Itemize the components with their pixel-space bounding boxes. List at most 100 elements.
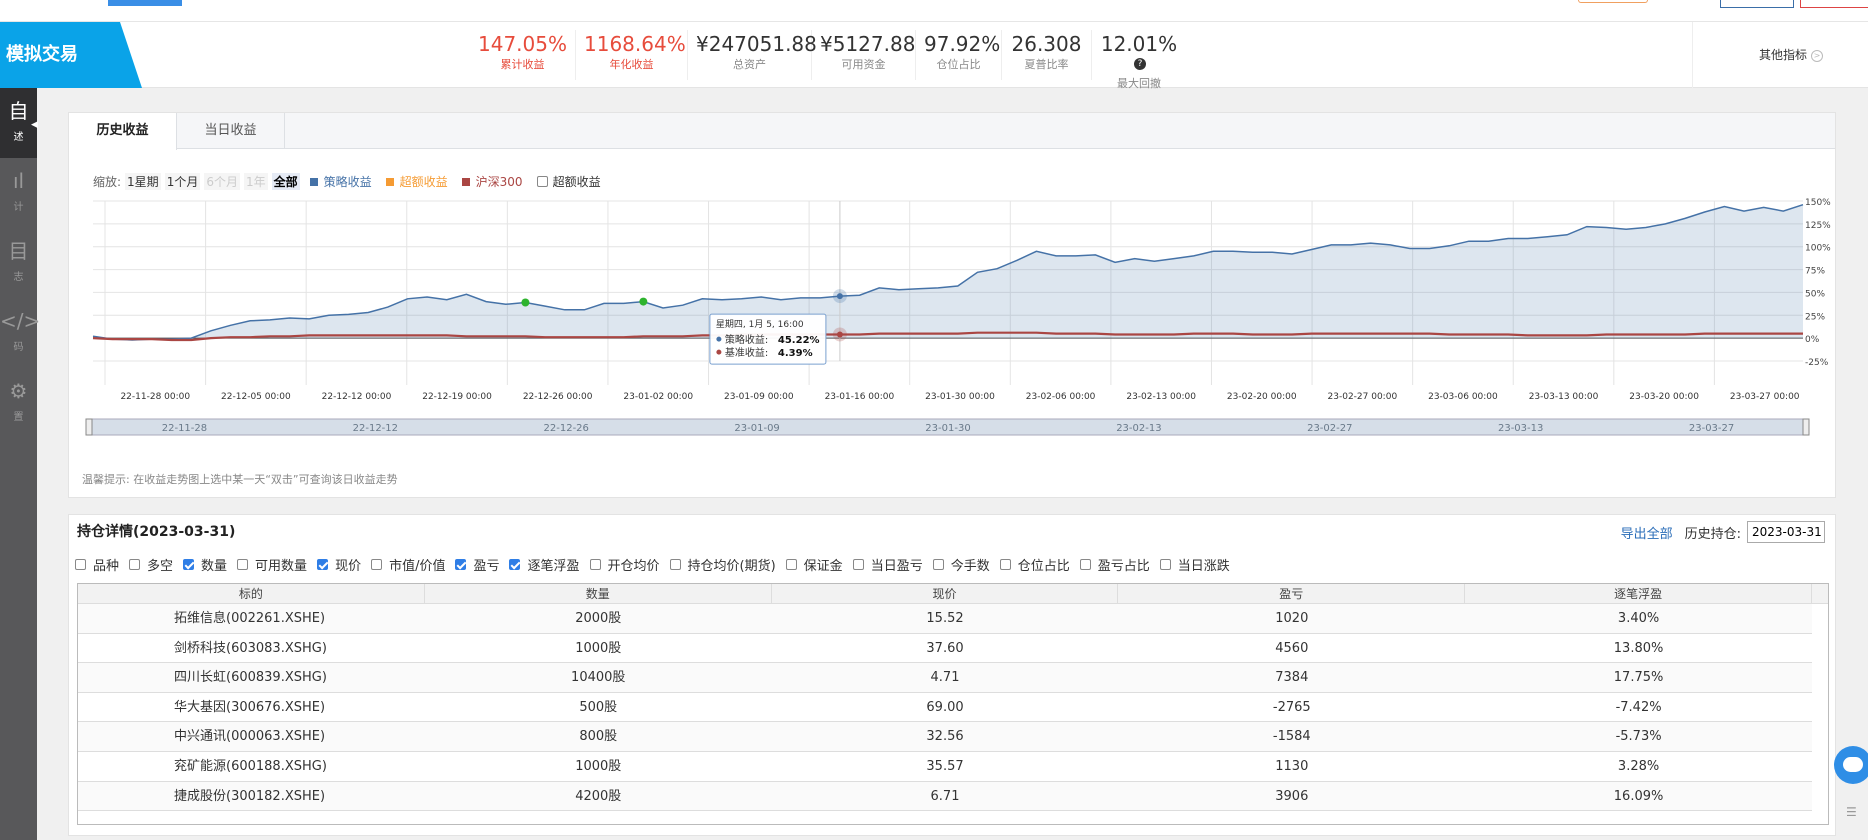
export-all-link[interactable]: 导出全部 xyxy=(1621,523,1673,542)
table-cell: 1130 xyxy=(1275,758,1309,774)
table-row[interactable]: 拓维信息(002261.XSHE) 2000股 15.52 1020 3.40% xyxy=(78,604,1812,634)
strategy-area xyxy=(93,204,1803,340)
filter-option[interactable]: 保证金 xyxy=(785,555,843,574)
sidebar-item-2[interactable]: 目志 xyxy=(0,228,37,298)
table-cell: 15.52 xyxy=(926,611,964,626)
filter-option[interactable]: 盈亏占比 xyxy=(1079,555,1150,574)
table-cell: 17.75% xyxy=(1613,670,1664,686)
checkbox-icon[interactable] xyxy=(536,176,548,187)
top-button-blue[interactable] xyxy=(108,0,182,6)
checkbox-icon[interactable] xyxy=(75,559,86,570)
zoom-1-year-button[interactable]: 1年 xyxy=(243,173,268,190)
checkbox-icon[interactable] xyxy=(1159,559,1171,570)
metric-label: 年化收益 xyxy=(609,58,654,71)
filter-option[interactable]: 逐笔浮盈 xyxy=(509,555,580,574)
filter-label: 今手数 xyxy=(950,559,990,574)
legend-hs300[interactable]: 沪深300 xyxy=(460,173,531,190)
checkbox-icon[interactable] xyxy=(509,559,521,570)
sidebar-icon: 目 xyxy=(8,239,29,263)
x-tick-label: 23-03-06 00:00 xyxy=(1428,392,1498,402)
checkbox-icon[interactable] xyxy=(371,559,383,570)
zoom-all-button[interactable]: 全部 xyxy=(271,173,300,190)
list-icon[interactable]: ☰ xyxy=(1846,806,1857,818)
table-cell: 800股 xyxy=(579,729,618,745)
table-row[interactable]: 中兴通讯(000063.XSHE) 800股 32.56 -1584 -5.73% xyxy=(78,722,1812,752)
help-icon[interactable]: ? xyxy=(1134,58,1146,70)
table-row[interactable]: 剑桥科技(603083.XSHG) 1000股 37.60 4560 13.80% xyxy=(78,634,1812,664)
top-button-orange[interactable] xyxy=(1578,0,1648,3)
checkbox-icon[interactable] xyxy=(999,559,1011,570)
metric-6: 12.01%? 最大回撤 xyxy=(1092,30,1186,90)
checkbox-icon[interactable] xyxy=(237,559,249,570)
other-metrics-link[interactable]: 其他指标 > xyxy=(1692,22,1868,88)
zoom-1-week-button[interactable]: 1星期 xyxy=(125,173,161,190)
filter-option[interactable]: 当日涨跌 xyxy=(1159,555,1230,574)
table-cell: -1584 xyxy=(1272,729,1311,745)
sidebar-item-4[interactable]: ⚙ 置 xyxy=(0,368,37,438)
y-tick-label: 150% xyxy=(1805,198,1831,208)
table-row[interactable]: 华大基因(300676.XSHE) 500股 69.00 -2765 -7.42% xyxy=(78,693,1812,723)
tooltip-bullet xyxy=(716,349,722,355)
filter-option[interactable]: 今手数 xyxy=(932,555,990,574)
sidebar-label: 码 xyxy=(13,342,24,353)
zoom-6-months-button[interactable]: 6个月 xyxy=(204,173,240,190)
tab-daily-returns[interactable]: 当日收益 xyxy=(177,113,285,149)
tab-history-returns[interactable]: 历史收益 xyxy=(69,113,177,150)
filter-option[interactable]: 多空 xyxy=(129,555,173,574)
table-row[interactable]: 四川长虹(600839.XSHG) 10400股 4.71 7384 17.75% xyxy=(78,663,1812,693)
filter-option[interactable]: 可用数量 xyxy=(237,555,307,574)
column-header[interactable]: 逐笔浮盈 xyxy=(1465,584,1812,603)
sidebar-label: 述 xyxy=(13,132,24,143)
legend-excess[interactable]: 超额收益 xyxy=(384,173,456,190)
checkbox-icon[interactable] xyxy=(932,559,944,570)
table-row[interactable]: 捷成股份(300182.XSHE) 4200股 6.71 3906 16.09% xyxy=(78,781,1812,812)
column-header[interactable]: 现价 xyxy=(772,584,1119,603)
column-header[interactable]: 标的 xyxy=(78,584,425,603)
returns-chart[interactable]: 150% 125% 100% 75% 50% 25% 0% -25% 22-11-28 00:0… xyxy=(69,195,1835,467)
filter-option[interactable]: 数量 xyxy=(183,555,227,574)
column-header[interactable]: 数量 xyxy=(425,584,772,603)
checkbox-icon[interactable] xyxy=(785,559,797,570)
filter-option[interactable]: 持仓均价(期货) xyxy=(669,555,776,574)
zoom-1-month-button[interactable]: 1个月 xyxy=(164,173,201,190)
checkbox-icon[interactable] xyxy=(317,559,329,570)
navigator-handle-left[interactable] xyxy=(85,418,93,436)
checkbox-icon[interactable] xyxy=(1079,559,1091,570)
filter-option[interactable]: 盈亏 xyxy=(455,555,499,574)
table-cell: 2000股 xyxy=(575,611,622,626)
other-metrics-label: 其他指标 xyxy=(1759,48,1808,62)
checkbox-icon[interactable] xyxy=(455,559,467,570)
collapse-arrow-icon[interactable]: ◀ xyxy=(31,120,38,130)
trade-marker[interactable] xyxy=(521,298,530,307)
filter-option[interactable]: 品种 xyxy=(75,555,119,574)
y-tick-label: -25% xyxy=(1805,358,1829,368)
checkbox-icon[interactable] xyxy=(669,559,681,570)
chat-assistant-icon[interactable] xyxy=(1834,746,1868,784)
table-row[interactable]: 兖矿能源(600188.XSHG) 1000股 35.57 1130 3.28% xyxy=(78,752,1812,782)
sidebar-item-1[interactable]: ıl 计 xyxy=(0,158,37,228)
top-button-outline[interactable] xyxy=(1720,0,1794,8)
legend-strategy[interactable]: 策略收益 xyxy=(308,173,380,190)
filter-option[interactable]: 市值/价值 xyxy=(371,555,445,574)
metric-label: 仓位占比 xyxy=(936,58,981,71)
sidebar-item-3[interactable]: </> 码 xyxy=(0,298,41,368)
checkbox-icon[interactable] xyxy=(183,559,195,570)
top-button-red[interactable] xyxy=(1800,0,1868,8)
navigator-handle-right[interactable] xyxy=(1802,418,1810,436)
y-tick-label: 100% xyxy=(1805,244,1831,254)
filter-option[interactable]: 开仓均价 xyxy=(589,555,660,574)
checkbox-icon[interactable] xyxy=(852,559,864,570)
trade-marker[interactable] xyxy=(639,297,648,306)
table-cell: 32.56 xyxy=(926,729,964,745)
history-date-input[interactable] xyxy=(1747,521,1825,543)
excess-returns-checkbox[interactable]: 超额收益 xyxy=(535,173,609,190)
column-header[interactable]: 盈亏 xyxy=(1118,584,1466,603)
checkbox-icon[interactable] xyxy=(589,559,601,570)
checkbox-icon[interactable] xyxy=(129,559,141,570)
sidebar-icon: </> xyxy=(0,309,41,333)
filter-label: 现价 xyxy=(335,559,362,574)
filter-option[interactable]: 仓位占比 xyxy=(999,555,1070,574)
filter-option[interactable]: 当日盈亏 xyxy=(852,555,923,574)
table-cell: 13.80% xyxy=(1613,640,1664,656)
filter-option[interactable]: 现价 xyxy=(317,555,361,574)
